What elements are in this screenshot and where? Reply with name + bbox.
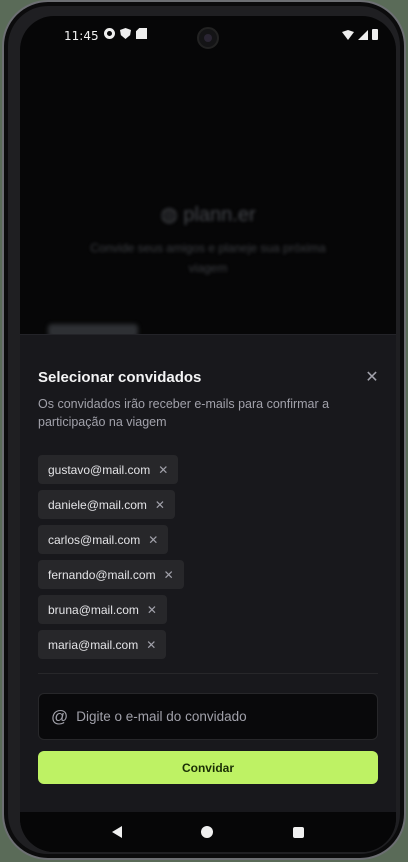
sheet-description: Os convidados irão receber e-mails para … <box>38 397 330 429</box>
status-time: 11:45 <box>64 29 99 43</box>
invite-button[interactable]: Convidar <box>38 751 378 784</box>
guest-email: gustavo@mail.com <box>48 462 151 477</box>
battery-icon <box>372 29 378 40</box>
guest-chip: fernando@mail.com ✕ <box>38 560 184 589</box>
close-icon: ✕ <box>365 369 379 386</box>
remove-guest-icon[interactable]: ✕ <box>147 603 157 617</box>
remove-guest-icon[interactable]: ✕ <box>146 638 156 652</box>
email-input[interactable] <box>76 709 365 724</box>
home-icon[interactable] <box>201 826 214 838</box>
phone-frame: 11:45 ◍ plann.er Convide seus amigos e p… <box>2 0 406 860</box>
guest-email: bruna@mail.com <box>48 602 139 617</box>
guest-chip: maria@mail.com ✕ <box>38 630 167 659</box>
remove-guest-icon[interactable]: ✕ <box>148 533 158 547</box>
status-bar: 11:45 <box>20 16 396 56</box>
at-icon: @ <box>51 706 69 726</box>
camera-cutout <box>197 27 219 49</box>
guest-email: maria@mail.com <box>48 637 139 652</box>
close-button[interactable]: ✕ <box>364 369 380 386</box>
wifi-icon <box>342 30 354 40</box>
shield-icon <box>120 28 131 39</box>
recents-icon[interactable] <box>293 826 305 838</box>
screen: 11:45 ◍ plann.er Convide seus amigos e p… <box>20 16 396 852</box>
guest-list: gustavo@mail.com ✕ daniele@mail.com ✕ ca… <box>38 455 184 665</box>
guest-chip: gustavo@mail.com ✕ <box>38 455 179 484</box>
guest-email: fernando@mail.com <box>48 567 156 582</box>
app-tagline: Convide seus amigos e planeje sua próxim… <box>90 241 326 275</box>
settings-icon <box>104 28 115 39</box>
remove-guest-icon[interactable]: ✕ <box>155 498 165 512</box>
guest-chip: carlos@mail.com ✕ <box>38 525 169 554</box>
sd-card-icon <box>136 28 147 39</box>
guest-email: daniele@mail.com <box>48 497 147 512</box>
app-logo-text: plann.er <box>183 204 256 226</box>
guest-email: carlos@mail.com <box>48 532 141 547</box>
email-field[interactable]: @ <box>38 693 378 740</box>
guest-chip: bruna@mail.com ✕ <box>38 595 167 624</box>
status-icons <box>104 28 147 39</box>
globe-icon: ◍ <box>160 204 178 226</box>
remove-guest-icon[interactable]: ✕ <box>158 463 168 477</box>
remove-guest-icon[interactable]: ✕ <box>164 568 174 582</box>
signal-icon <box>358 30 368 40</box>
guests-bottom-sheet: Selecionar convidados ✕ Os convidados ir… <box>20 334 396 812</box>
back-icon[interactable] <box>111 826 122 838</box>
sheet-title: Selecionar convidados <box>38 369 202 386</box>
divider <box>38 673 378 674</box>
guest-chip: daniele@mail.com ✕ <box>38 490 175 519</box>
app-logo: ◍ plann.er <box>20 202 396 227</box>
status-indicators <box>342 29 378 40</box>
navigation-bar <box>20 812 396 852</box>
